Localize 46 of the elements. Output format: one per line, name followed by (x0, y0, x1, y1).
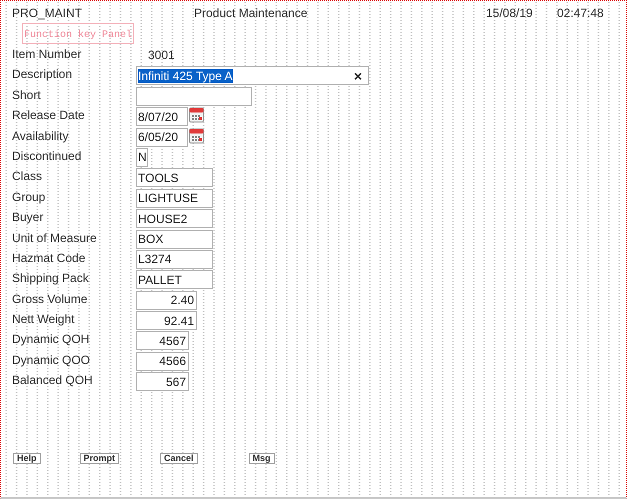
calendar-icon[interactable] (189, 128, 204, 144)
field-label: Nett Weight (12, 311, 76, 328)
field-label: Description (12, 66, 74, 84)
input-field[interactable]: 2.40 (136, 290, 197, 310)
input-field[interactable]: BOX (136, 230, 213, 249)
function-key-panel: Function key Panel (22, 23, 134, 44)
input-field[interactable]: 8/07/20 (136, 107, 188, 126)
field-label: Class (12, 168, 44, 186)
input-field[interactable]: 6/05/20 (136, 128, 188, 147)
clear-button[interactable]: × (350, 68, 366, 83)
field-label: Discontinued (12, 148, 82, 165)
screen-title: Product Maintenance (194, 6, 308, 20)
field-label: Dynamic QOO (12, 352, 92, 369)
field-label: Short (12, 86, 42, 104)
function-button[interactable]: Prompt (80, 453, 120, 464)
field-label: Group (12, 188, 46, 206)
input-field[interactable]: Infiniti 425 Type A × (136, 66, 369, 86)
function-button[interactable]: Msg (248, 453, 275, 464)
field-label: Hazmat Code (12, 250, 86, 267)
input-field[interactable]: HOUSE2 (136, 209, 213, 228)
field-label: Gross Volume (12, 290, 88, 308)
field-label: Buyer (12, 209, 44, 226)
field-label: Release Date (12, 107, 86, 124)
input-field[interactable]: L3274 (136, 250, 213, 269)
input-field[interactable]: N (136, 148, 148, 167)
field-label: Balanced QOH (12, 372, 94, 390)
input-field[interactable] (136, 86, 252, 106)
field-label: Unit of Measure (12, 230, 98, 247)
input-field[interactable]: PALLET (136, 270, 213, 290)
input-field[interactable]: 4567 (136, 331, 189, 350)
calendar-icon[interactable] (189, 107, 204, 124)
field-label: Availability (12, 128, 70, 145)
date-text: 15/08/19 (486, 6, 534, 20)
time-text: 02:47:48 (557, 6, 604, 20)
input-field[interactable]: 567 (136, 372, 189, 392)
input-field[interactable]: 4566 (136, 352, 189, 371)
field-value: 3001 (147, 47, 176, 64)
function-button[interactable]: Help (13, 453, 41, 464)
field-label: Item Number (12, 46, 82, 63)
field-label: Shipping Pack (12, 270, 90, 288)
input-field[interactable]: TOOLS (136, 168, 213, 188)
field-label: Dynamic QOH (12, 331, 90, 348)
input-field[interactable]: 92.41 (136, 311, 197, 330)
input-field[interactable]: LIGHTUSE (136, 188, 213, 208)
function-button[interactable]: Cancel (160, 453, 198, 464)
program-name: PRO_MAINT (12, 6, 84, 20)
